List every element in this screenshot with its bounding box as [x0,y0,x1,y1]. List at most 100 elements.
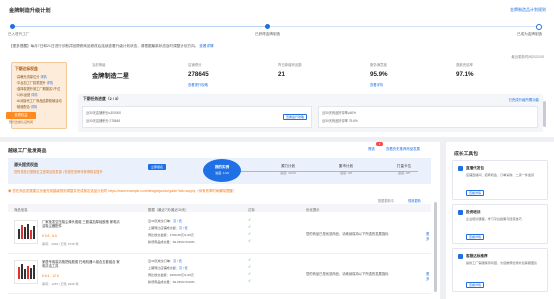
stat-label-satisfaction: 服务满意度 [370,63,387,67]
stat-link-score[interactable]: 查看提升攻略 [188,82,208,87]
filter-button[interactable]: 筛选 [368,146,375,151]
task-requirement: 近30天店铺积分≥300000 [86,111,122,115]
signup-button[interactable]: 立即报名 [148,164,166,170]
metric-line: 上期同比店铺成交额：高 / 低 [148,226,188,230]
progress-scrollbar[interactable] [543,101,546,127]
product-name[interactable]: 家居专用高清拖把硅胶套 扫地机器人组合五套组合 家电清洁工具 [42,260,122,268]
product-stock: 库存：1287 | 已售 2930 件 [42,282,79,286]
check-icon: ✓ [248,231,252,236]
stat-value-refund: 97.1% [456,71,474,78]
check-icon: ✓ [248,224,252,229]
banner-step-progress: 进度: 0/5 [339,171,353,175]
tool-detail-button[interactable]: 查看详情 [466,190,484,196]
benefit-detail-link[interactable]: 详情 [47,81,53,85]
notice-text: 【更多提醒】每月7日和21日进行诊断并回顾修商品修改后连续查看升级计划状态，请根… [9,44,199,48]
check-icon: ✓ [248,217,252,222]
product-stock: 库存：4092 | 已售 3745 件 [42,242,79,246]
benefit-detail-link[interactable]: 详情 [31,105,37,109]
benefit-item: ·高曝光流量位分详情 [16,75,47,79]
th-product: 商品信息 [14,207,28,212]
th-tip: 优化提示 [306,207,320,212]
stat-value-level: 金牌制造二星 [92,73,130,80]
benefit-detail-link[interactable]: 详情 [40,75,46,79]
banner-step-label[interactable]: 集市计划 [326,164,366,169]
tool-detail-button[interactable]: 查看详情 [466,234,484,240]
banner-step-active[interactable]: 我的实例 进度: 1/10 [203,159,241,182]
notification-badge: 3 [376,142,383,146]
step-dot-1 [10,24,15,29]
table-scrollbar[interactable] [434,202,437,292]
stat-label-level: 当前等级 [92,63,106,67]
banner-step-label[interactable]: 源力计划 [268,164,308,169]
benefit-item: ·选择权提升到工厂期报名1千位 [16,87,61,91]
stat-label-new-items: 昨日新增商品数 [278,63,302,67]
check-icon: ✓ [248,257,252,262]
tool-icon [458,210,463,215]
banner-step-progress: 进度: 0/5 [397,171,411,175]
task-current: 近30天店铺积分 278645 [86,119,121,123]
banner-title: 源头提货权益 [14,162,38,167]
more-link[interactable]: 更多 [426,231,431,241]
banner-step-label[interactable]: 打量卡位 [384,164,424,169]
metric-line: 同比成交金额：1760.36元/1.00元 [148,233,194,237]
banner-subtitle: 您的货品已提报至主营类目批发源 | 完成任务即可获得排名提升 [14,170,103,174]
tool-icon [458,166,463,171]
tools-title: 成长工具包 [454,152,478,157]
th-qualified: 达标 [248,207,255,212]
view-benefits-button[interactable]: 查看权益 [6,112,36,119]
stat-label-refund: 退款完结率 [456,63,473,67]
product-thumbnail[interactable] [14,260,38,284]
rules-update-link[interactable]: 规则更新 [408,198,421,203]
benefit-item: ·制造配合详情 [16,105,38,109]
benefit-detail-link[interactable]: 详情 [31,93,37,97]
tool-name: 客服达标推荐 [466,254,488,258]
page-title: 金牌制造升级计划 [9,8,51,14]
benefit-item: ·平台加工厂权重提升详情 [16,81,54,85]
step-label-2: 已获得金牌制造 [255,32,281,36]
metric-line: 新增商品成交量：82.26%/70.00% [148,240,195,244]
table-header: 商品信息 数据（最近7天/最近30天） 达标 优化提示 [8,204,431,212]
task-progress-link[interactable]: 已完成升级所需功能 [508,97,539,102]
product-thumbnail[interactable] [14,220,38,244]
notice-bar: 【更多提醒】每月7日和21日进行诊断并回顾修商品修改后连续查看升级计划状态，请根… [9,44,549,49]
task-card: 近30天商品好评率≥60% 近30天商品好评率 75.6% [318,106,538,128]
table-row: 家居专用高清拖把硅胶套 扫地机器人组合五套组合 家电清洁工具 ¥ 8.4 - 1… [8,254,431,294]
warning-text: 您在商品发展建议页面完成越级规则调整并完成报名选品计划时 https://www… [12,189,237,193]
warning-bar: ◉ 您在商品发展建议页面完成越级规则调整并完成报名选品计划时 https://w… [8,188,431,193]
upgrade-plan-panel: 金牌制造升级计划 金牌制造品计划规则 已入驻代工厂 已获得金牌制造 已成为金牌制… [0,0,554,137]
tool-description: 提供工厂客服接待问题，为您推荐优秀外包客服团队 [466,261,538,265]
task-card: 近30天店铺积分≥300000 近30天店铺积分 278645 查看提升攻略 [82,106,312,128]
task-strategy-button[interactable]: 查看提升攻略 [283,114,307,120]
plan-rules-link[interactable]: 金牌制造品计划规则 [510,7,546,13]
metric-line: 近30天成交订单：高 / 低 [148,259,182,263]
tool-detail-button[interactable]: 查看详情 [466,282,484,288]
tool-name: 直播代发包 [466,166,484,170]
metric-line: 新增商品成交量：82.26%/70.00% [148,280,195,284]
more-link[interactable]: 更多 [426,271,431,281]
metric-line: 近30天成交订单：高 / 低 [148,219,182,223]
step-dot-2 [265,24,270,29]
stat-value-score: 278645 [188,71,209,78]
task-progress-title: 下期任务进度（2 / 3） [83,97,121,101]
task-progress-box: 下期任务进度（2 / 3） 已完成升级所需功能 近30天店铺积分≥300000 … [78,94,543,132]
product-price: ¥ 5.8 - 8.6 [42,234,57,238]
check-icon: ✓ [248,264,252,269]
optimization-tip: 您的商品已是优选商品，请继续保持以下所选的发展指标 [306,272,389,276]
tool-card: 投资培训 企业培训课程，学习平台政策与经营技巧 查看详情 [452,204,548,244]
data-status: 数据更新中 [378,199,394,203]
check-icon: ✓ [248,278,252,283]
check-icon: ✓ [248,271,252,276]
task-current: 近30天商品好评率 75.6% [322,119,358,123]
benefit-item: ·AI对接代工厂商品结算营销活动 [16,99,62,103]
tool-icon [458,254,463,259]
notice-link[interactable]: 查看详情 [199,44,213,48]
tool-card: 直播代发包 店铺直播间、招商机会、订单采购、二货一件发货 查看详情 [452,160,548,200]
product-name[interactable]: 厂家批发空压吸尘棒头套组 三套装加厚硅胶拖 家电清洁吸尘器配件 [42,220,122,228]
stat-link-satisfaction[interactable]: 查看详情 [370,82,383,87]
step-dot-3 [536,23,542,30]
stat-value-new-items: 21 [278,71,285,78]
history-link[interactable]: 查看历史推荐商品发展 [386,146,420,151]
tool-card: 客服达标推荐 提供工厂客服接待问题，为您推荐优秀外包客服团队 查看详情 [452,248,548,292]
section-title: 越级工厂批发商品 [8,149,47,154]
banner-step-progress: 进度: 10/10 [280,171,296,175]
